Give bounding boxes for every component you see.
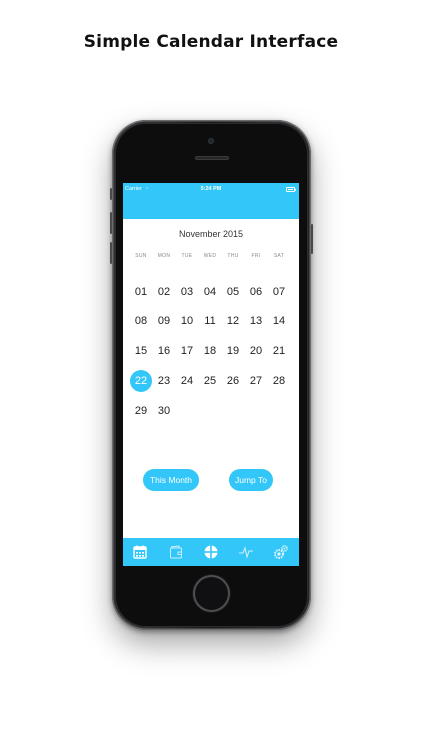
tab-calendar[interactable] [130, 542, 150, 562]
day-cell[interactable]: 21 [268, 340, 290, 362]
calendar-days-grid: 01 02 03 04 05 06 07 08 09 10 11 12 13 14 15 16 17 18 19 20… [123, 183, 299, 566]
tab-activity[interactable] [236, 542, 256, 562]
day-cell[interactable]: 23 [153, 370, 175, 392]
jump-to-button[interactable]: Jump To [229, 469, 273, 491]
day-cell[interactable]: 17 [176, 340, 198, 362]
this-month-button[interactable]: This Month [143, 469, 199, 491]
volume-down-button [110, 242, 112, 264]
day-cell[interactable]: 18 [199, 340, 221, 362]
day-cell[interactable]: 24 [176, 370, 198, 392]
day-cell[interactable]: 29 [130, 400, 152, 422]
day-cell[interactable]: 19 [222, 340, 244, 362]
day-cell[interactable]: 03 [176, 281, 198, 303]
day-cell[interactable]: 26 [222, 370, 244, 392]
day-cell[interactable]: 30 [153, 400, 175, 422]
day-cell[interactable]: 09 [153, 310, 175, 332]
tab-bar [123, 538, 299, 566]
day-cell[interactable]: 02 [153, 281, 175, 303]
headline: Simple Calendar Interface [83, 32, 339, 52]
day-cell[interactable]: 01 [130, 281, 152, 303]
day-cell[interactable]: 28 [268, 370, 290, 392]
mute-switch [110, 188, 112, 200]
activity-icon [239, 546, 253, 560]
day-cell[interactable]: 14 [268, 310, 290, 332]
home-button[interactable] [195, 577, 228, 610]
earpiece-speaker [195, 156, 229, 160]
compass-icon [204, 545, 218, 559]
day-cell[interactable]: 20 [245, 340, 267, 362]
wallet-icon [170, 545, 182, 559]
day-cell[interactable]: 06 [245, 281, 267, 303]
day-cell[interactable]: 16 [153, 340, 175, 362]
day-cell[interactable]: 05 [222, 281, 244, 303]
phone-frame: Carrier ◔ 5:24 PM November 2015 SUN MON TU… [110, 120, 313, 630]
volume-up-button [110, 212, 112, 234]
selected-day[interactable]: 22 [130, 370, 152, 392]
day-cell[interactable]: 08 [130, 310, 152, 332]
app-screen: Carrier ◔ 5:24 PM November 2015 SUN MON TU… [123, 183, 299, 566]
tab-wallet[interactable] [166, 542, 186, 562]
day-cell[interactable]: 07 [268, 281, 290, 303]
settings-gears-icon [274, 545, 288, 559]
day-cell[interactable]: 25 [199, 370, 221, 392]
day-cell[interactable]: 27 [245, 370, 267, 392]
tab-compass[interactable] [201, 542, 221, 562]
calendar-icon [133, 545, 147, 559]
day-cell[interactable]: 04 [199, 281, 221, 303]
day-cell[interactable]: 15 [130, 340, 152, 362]
front-camera [208, 138, 214, 144]
day-cell[interactable]: 12 [222, 310, 244, 332]
power-button [311, 224, 313, 254]
day-cell[interactable]: 10 [176, 310, 198, 332]
day-cell[interactable]: 13 [245, 310, 267, 332]
day-cell[interactable]: 11 [199, 310, 221, 332]
tab-settings[interactable] [271, 542, 291, 562]
